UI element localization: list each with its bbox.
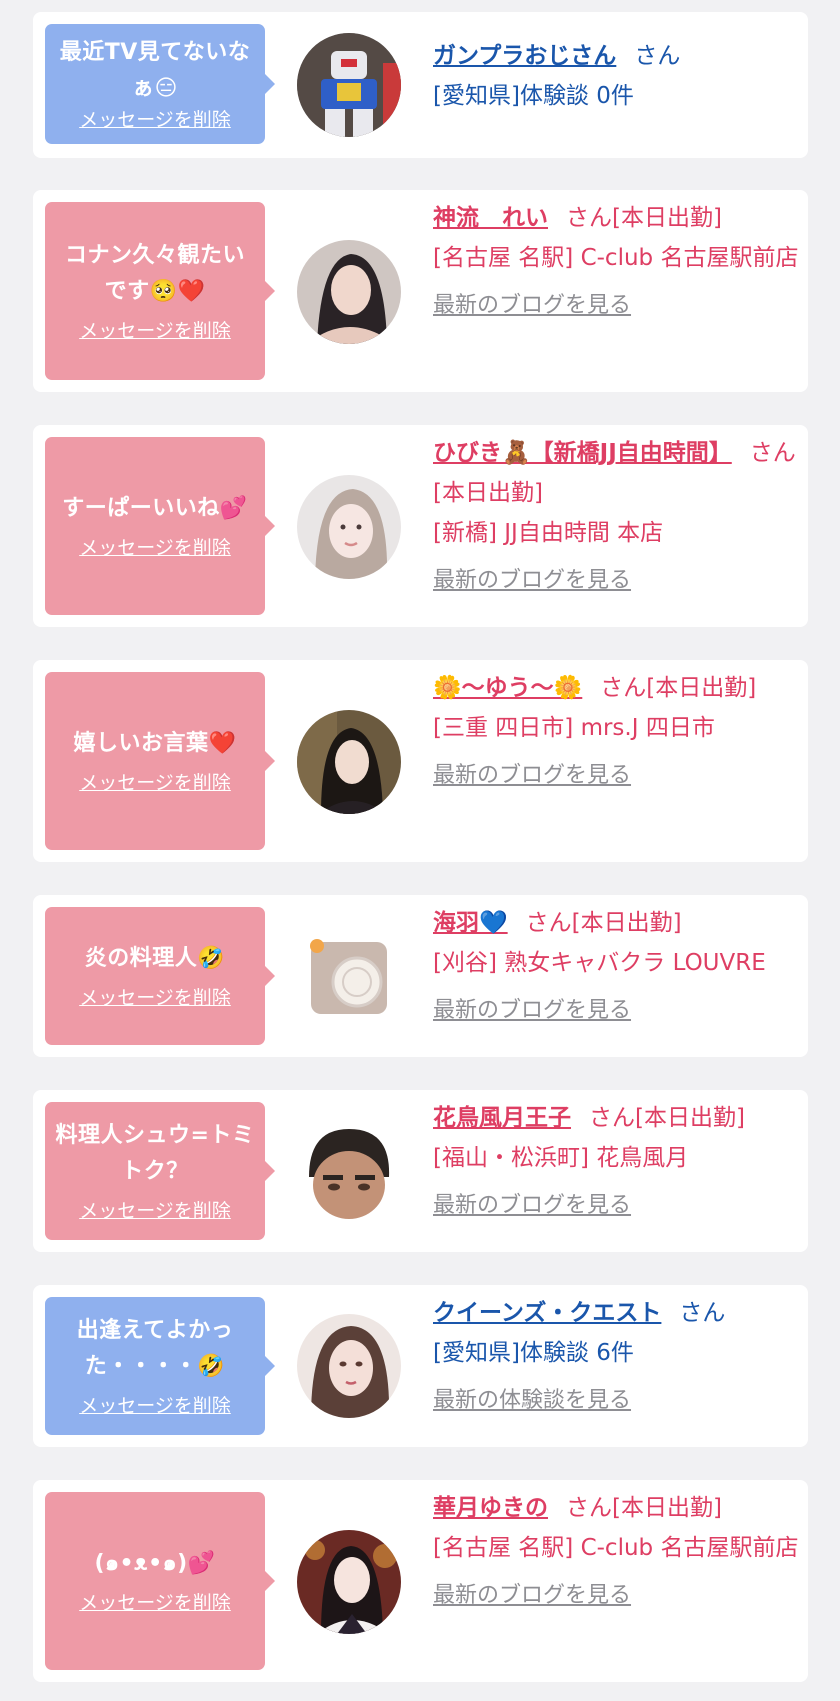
message-bubble: 嬉しいお言葉❤️ メッセージを削除 [45, 672, 275, 850]
name-suffix: さん [634, 43, 681, 69]
profile-info: 🌼〜ゆう〜🌼 さん[本日出勤] [三重 四日市] mrs.J 四日市 最新のブログ… [433, 668, 805, 796]
cast-name-link[interactable]: ひびき🧸【新橋JJ自由時間】 [433, 440, 732, 466]
list-item: コナン久々観たいです🥺❤️ メッセージを削除 神流 れい さん[本日出勤] [名古… [33, 190, 808, 392]
delete-message-link[interactable]: メッセージを削除 [79, 107, 231, 133]
latest-blog-link[interactable]: 最新のブログを見る [433, 1576, 805, 1616]
cast-name-link[interactable]: 花鳥風月王子 [433, 1105, 571, 1131]
woman-avatar[interactable] [297, 475, 401, 579]
latest-blog-link[interactable]: 最新のブログを見る [433, 756, 805, 796]
latest-review-link[interactable]: 最新の体験談を見る [433, 1381, 805, 1421]
member-name-link[interactable]: ガンプラおじさん [433, 43, 616, 69]
shop-detail: [名古屋 名駅] C-club 名古屋駅前店 [433, 245, 799, 271]
delete-message-link[interactable]: メッセージを削除 [79, 1393, 231, 1419]
message-bubble: (๑•ᴥ•๑)💕 メッセージを削除 [45, 1492, 275, 1670]
profile-info: ガンプラおじさん さん [愛知県]体験談 0件 [433, 36, 805, 116]
message-bubble: コナン久々観たいです🥺❤️ メッセージを削除 [45, 202, 275, 380]
man-face-avatar[interactable] [297, 1119, 401, 1223]
name-suffix: さん[本日出勤] [589, 1105, 745, 1131]
member-detail: [愛知県]体験談 6件 [433, 1340, 634, 1366]
shop-detail: [名古屋 名駅] C-club 名古屋駅前店 [433, 1535, 799, 1561]
member-name-link[interactable]: クイーンズ・クエスト [433, 1300, 661, 1326]
delete-message-link[interactable]: メッセージを削除 [79, 985, 231, 1011]
cast-name-link[interactable]: 海羽💙 [433, 910, 508, 936]
list-item: 最近TV見てないなぁ😑 メッセージを削除 ガンプラおじさん さん [愛知県]体験談… [33, 12, 808, 158]
member-detail: [愛知県]体験談 0件 [433, 83, 634, 109]
delete-message-link[interactable]: メッセージを削除 [79, 318, 231, 344]
list-item: 炎の料理人🤣 メッセージを削除 海羽💙 さん[本日出勤] [刈谷] 熟女キャバクラ… [33, 895, 808, 1057]
message-bubble: 最近TV見てないなぁ😑 メッセージを削除 [45, 24, 275, 144]
woman-avatar[interactable] [297, 240, 401, 344]
illustrated-woman-avatar[interactable] [297, 1314, 401, 1418]
list-item: すーぱーいいね💕 メッセージを削除 ひびき🧸【新橋JJ自由時間】 さん[本日出勤]… [33, 425, 808, 627]
list-item: 出逢えてよかった・・・・🤣 メッセージを削除 クイーンズ・クエスト さん [愛知県… [33, 1285, 808, 1447]
cast-name-link[interactable]: 華月ゆきの [433, 1495, 548, 1521]
delete-message-link[interactable]: メッセージを削除 [79, 770, 231, 796]
latest-blog-link[interactable]: 最新のブログを見る [433, 286, 805, 326]
robot-figure-avatar[interactable] [297, 33, 401, 137]
delete-message-link[interactable]: メッセージを削除 [79, 535, 231, 561]
woman-avatar[interactable] [297, 1530, 401, 1634]
message-text: 料理人シュウ=トミトク？ [55, 1123, 255, 1184]
message-text: 嬉しいお言葉❤️ [73, 731, 237, 756]
list-item: (๑•ᴥ•๑)💕 メッセージを削除 華月ゆきの さん[本日出勤] [名古屋 名駅]… [33, 1480, 808, 1682]
shop-detail: [刈谷] 熟女キャバクラ LOUVRE [433, 950, 766, 976]
message-text: 炎の料理人🤣 [84, 946, 226, 971]
shop-detail: [三重 四日市] mrs.J 四日市 [433, 715, 715, 741]
cast-name-link[interactable]: 🌼〜ゆう〜🌼 [433, 675, 582, 701]
latest-blog-link[interactable]: 最新のブログを見る [433, 991, 805, 1031]
profile-info: 華月ゆきの さん[本日出勤] [名古屋 名駅] C-club 名古屋駅前店 最新の… [433, 1488, 805, 1616]
message-bubble: 出逢えてよかった・・・・🤣 メッセージを削除 [45, 1297, 275, 1435]
cast-name-link[interactable]: 神流 れい [433, 205, 548, 231]
profile-info: ひびき🧸【新橋JJ自由時間】 さん[本日出勤] [新橋] JJ自由時間 本店 最新… [433, 433, 805, 601]
lace-photo-avatar[interactable] [297, 924, 401, 1028]
delete-message-link[interactable]: メッセージを削除 [79, 1590, 231, 1616]
name-suffix: さん[本日出勤] [600, 675, 757, 701]
shop-detail: [新橋] JJ自由時間 本店 [433, 520, 664, 546]
profile-info: クイーンズ・クエスト さん [愛知県]体験談 6件 最新の体験談を見る [433, 1293, 805, 1421]
message-text: すーぱーいいね💕 [62, 496, 248, 521]
message-text: 最近TV見てないなぁ😑 [59, 40, 251, 101]
name-suffix: さん [679, 1300, 726, 1326]
profile-info: 花鳥風月王子 さん[本日出勤] [福山・松浜町] 花鳥風月 最新のブログを見る [433, 1098, 805, 1226]
reaction-list: 最近TV見てないなぁ😑 メッセージを削除 ガンプラおじさん さん [愛知県]体験談… [0, 0, 840, 1701]
message-text: 出逢えてよかった・・・・🤣 [76, 1318, 234, 1379]
profile-info: 海羽💙 さん[本日出勤] [刈谷] 熟女キャバクラ LOUVRE 最新のブログを見… [433, 903, 805, 1031]
name-suffix: さん[本日出勤] [525, 910, 682, 936]
name-suffix: さん[本日出勤] [566, 205, 722, 231]
list-item: 料理人シュウ=トミトク？ メッセージを削除 花鳥風月王子 さん[本日出勤] [福山… [33, 1090, 808, 1252]
message-text: (๑•ᴥ•๑)💕 [94, 1551, 216, 1576]
message-bubble: 料理人シュウ=トミトク？ メッセージを削除 [45, 1102, 275, 1240]
delete-message-link[interactable]: メッセージを削除 [79, 1198, 231, 1224]
list-item: 嬉しいお言葉❤️ メッセージを削除 🌼〜ゆう〜🌼 さん[本日出勤] [三重 四日市… [33, 660, 808, 862]
woman-avatar[interactable] [297, 710, 401, 814]
message-bubble: 炎の料理人🤣 メッセージを削除 [45, 907, 275, 1045]
latest-blog-link[interactable]: 最新のブログを見る [433, 561, 805, 601]
latest-blog-link[interactable]: 最新のブログを見る [433, 1186, 805, 1226]
profile-info: 神流 れい さん[本日出勤] [名古屋 名駅] C-club 名古屋駅前店 最新の… [433, 198, 805, 326]
message-text: コナン久々観たいです🥺❤️ [64, 243, 245, 304]
message-bubble: すーぱーいいね💕 メッセージを削除 [45, 437, 275, 615]
shop-detail: [福山・松浜町] 花鳥風月 [433, 1145, 689, 1171]
name-suffix: さん[本日出勤] [566, 1495, 722, 1521]
